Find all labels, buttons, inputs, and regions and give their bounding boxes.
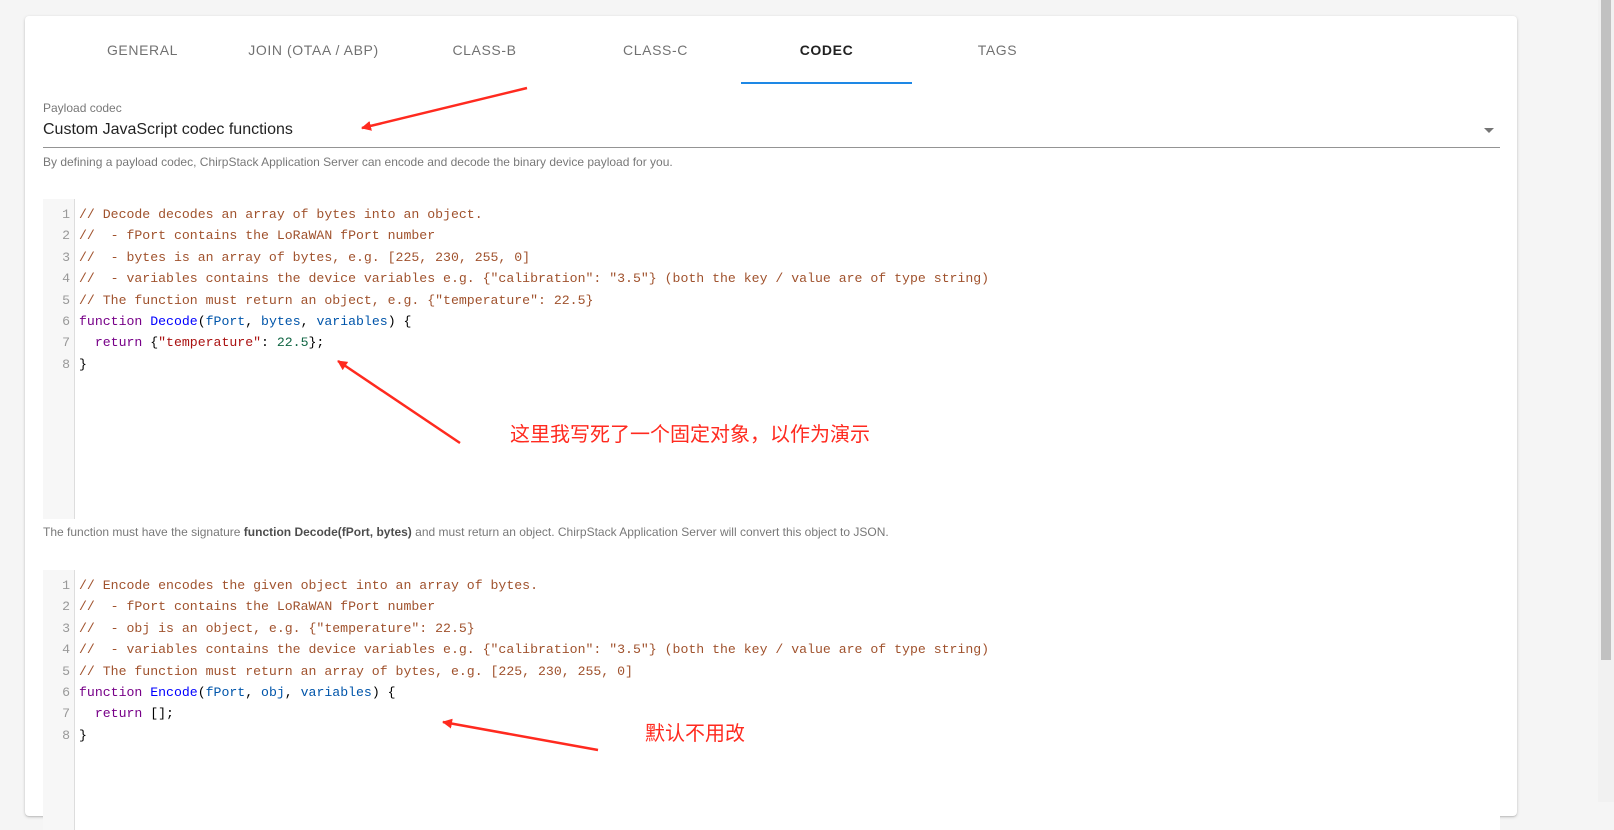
scrollbar-thumb[interactable]	[1601, 0, 1611, 660]
annotation-arrows	[337, 86, 599, 752]
page-scrollbar[interactable]	[1598, 0, 1614, 802]
encode-return-arrow	[442, 718, 599, 752]
decode-return-arrow	[337, 359, 461, 445]
codec-select-arrow	[361, 86, 528, 131]
